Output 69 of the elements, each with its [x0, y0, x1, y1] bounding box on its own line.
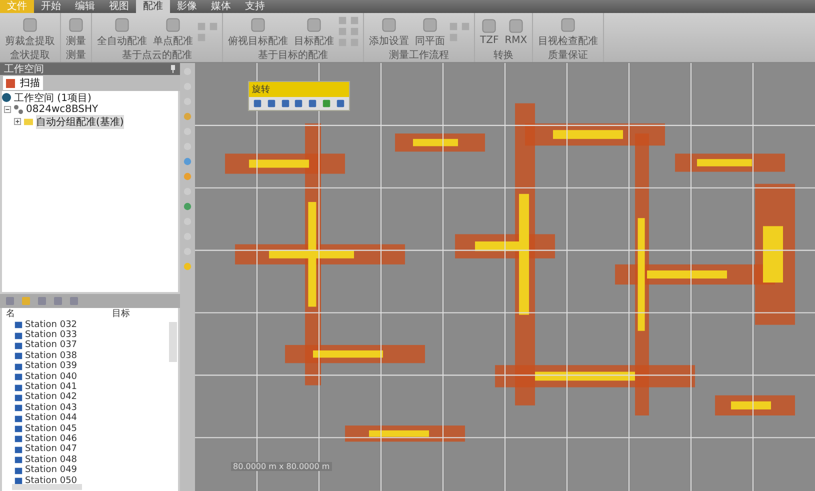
- tree-item[interactable]: 自动分组配准(基准): [36, 114, 124, 128]
- list-item[interactable]: Station 044: [25, 413, 78, 424]
- tool-icon: [164, 16, 182, 34]
- list-item[interactable]: Station 047: [25, 444, 78, 454]
- list-item[interactable]: Station 038: [25, 350, 78, 361]
- ribbon-tab[interactable]: 媒体: [204, 0, 238, 13]
- ribbon-button[interactable]: RMX: [502, 16, 530, 47]
- ribbon-button[interactable]: 目标配准: [292, 14, 336, 48]
- list-item[interactable]: Station 033: [25, 330, 78, 340]
- ribbon-button[interactable]: 目视检查配准: [536, 14, 600, 48]
- group-label: 测量: [65, 50, 87, 62]
- tool-icon: [506, 17, 525, 35]
- group-label: 质量保证: [547, 50, 590, 62]
- group-label: 盒状提取: [9, 50, 51, 62]
- ribbon-tab[interactable]: 开始: [34, 0, 68, 13]
- ribbon-tab[interactable]: 支持: [238, 0, 272, 13]
- tool-icon: [380, 16, 398, 34]
- list-item[interactable]: Station 046: [25, 434, 78, 444]
- ribbon-tab[interactable]: 配准: [136, 0, 170, 13]
- vertical-scrollbar[interactable]: [169, 322, 177, 362]
- group-label: 测量工作流程: [388, 50, 450, 62]
- list-item[interactable]: Station 037: [25, 340, 78, 350]
- scale-label: 80.0000 m x 80.0000 m: [231, 462, 332, 471]
- ribbon-button[interactable]: 添加设置: [367, 14, 411, 48]
- tree-item[interactable]: 0824wc8BSHY: [26, 104, 98, 115]
- tool-icon: [480, 17, 498, 35]
- ribbon-tab[interactable]: 影像: [170, 0, 204, 13]
- list-item[interactable]: Station 032: [25, 320, 78, 330]
- tool-icon: [67, 16, 85, 34]
- tool-icon: [559, 16, 578, 34]
- tool-icon: [305, 16, 323, 34]
- ribbon-button[interactable]: 剪裁盒提取: [3, 14, 57, 48]
- list-item[interactable]: Station 043: [25, 402, 78, 413]
- folder-icon: [24, 117, 33, 126]
- scan-tab[interactable]: 扫描: [3, 76, 43, 90]
- tool-icon: [249, 16, 267, 34]
- ribbon-button[interactable]: 同平面: [413, 14, 447, 48]
- ribbon-button[interactable]: 测量: [64, 14, 88, 48]
- list-item[interactable]: Station 045: [25, 424, 78, 434]
- list-item[interactable]: Station 049: [25, 465, 78, 476]
- tool-icon: [113, 16, 131, 34]
- ribbon-tab[interactable]: 编辑: [68, 0, 102, 13]
- expander-icon[interactable]: [4, 106, 11, 113]
- toolbar-title: 旋转: [251, 84, 271, 97]
- tree-item[interactable]: 工作空间 (1项目): [14, 90, 92, 104]
- list-item[interactable]: Station 040: [25, 372, 78, 382]
- column-header[interactable]: 名: [2, 308, 112, 320]
- list-item[interactable]: Station 039: [25, 361, 78, 372]
- ribbon-button[interactable]: TZF: [478, 16, 501, 47]
- ribbon-button[interactable]: 单点配准: [151, 14, 195, 48]
- panel-title: 工作空间: [4, 62, 44, 76]
- list-item[interactable]: Station 050: [25, 476, 78, 486]
- tool-icon: [21, 16, 39, 34]
- group-label: 基于目标的配准: [257, 50, 329, 62]
- pin-icon[interactable]: [170, 65, 176, 73]
- list-item[interactable]: Station 041: [25, 382, 78, 392]
- ribbon-button[interactable]: 俯视目标配准: [226, 14, 290, 48]
- horizontal-scrollbar[interactable]: [12, 484, 82, 490]
- list-item[interactable]: Station 042: [25, 392, 78, 402]
- ribbon-button[interactable]: 全自动配准: [95, 14, 149, 48]
- group-label: 基于点云的配准: [121, 50, 193, 62]
- scan-icon: [6, 78, 15, 88]
- ribbon-tab[interactable]: 视图: [102, 0, 136, 13]
- tool-icon: [421, 16, 439, 34]
- nodes-icon: [14, 105, 23, 114]
- column-header[interactable]: 目标: [112, 308, 130, 320]
- expander-icon[interactable]: [14, 118, 21, 125]
- group-label: 转换: [492, 50, 515, 62]
- list-item[interactable]: Station 048: [25, 454, 78, 465]
